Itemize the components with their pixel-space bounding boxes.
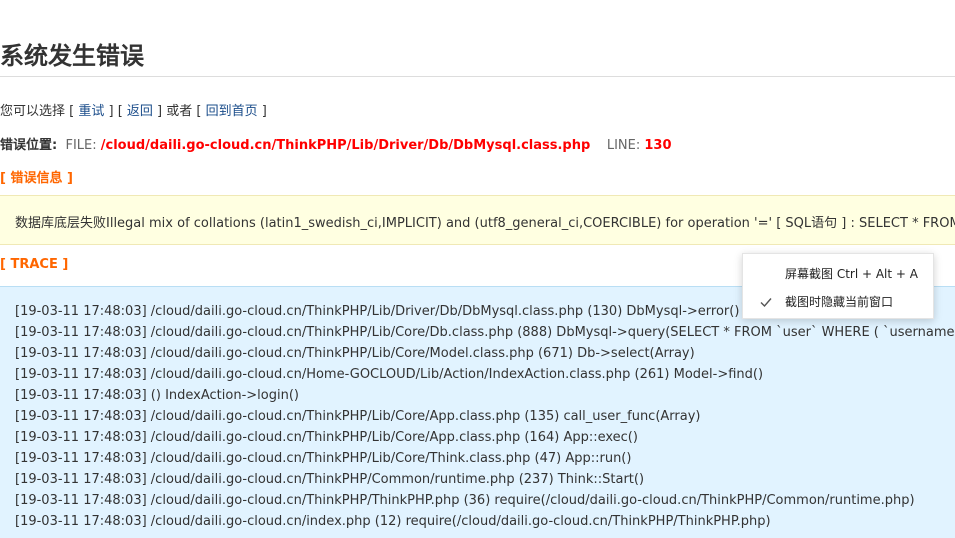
choice-separator: ] 或者 [ — [152, 104, 206, 119]
trace-line: [19-03-11 17:48:03] /cloud/daili.go-clou… — [15, 472, 645, 487]
trace-heading: [ TRACE ] — [0, 257, 69, 272]
trace-box: [19-03-11 17:48:03] /cloud/daili.go-clou… — [0, 286, 955, 538]
back-link[interactable]: 返回 — [127, 104, 153, 119]
menu-item-label: 截图时隐藏当前窗口 — [785, 295, 894, 309]
trace-line: [19-03-11 17:48:03] /cloud/daili.go-clou… — [15, 325, 955, 340]
title-divider — [0, 76, 955, 77]
line-label: LINE: — [606, 138, 641, 153]
error-message-box: 数据库底层失败Illegal mix of collations (latin1… — [0, 195, 955, 245]
trace-list: [19-03-11 17:48:03] /cloud/daili.go-clou… — [15, 301, 955, 532]
menu-item-hide-window[interactable]: 截图时隐藏当前窗口 — [743, 290, 933, 314]
screenshot-context-menu: 屏幕截图 Ctrl + Alt + A 截图时隐藏当前窗口 — [742, 253, 934, 319]
file-path: /cloud/daili.go-cloud.cn/ThinkPHP/Lib/Dr… — [100, 138, 591, 153]
file-label: FILE: — [65, 138, 97, 153]
error-location: 错误位置: FILE: /cloud/daili.go-cloud.cn/Thi… — [0, 134, 672, 153]
trace-line: [19-03-11 17:48:03] /cloud/daili.go-clou… — [15, 493, 915, 508]
retry-link[interactable]: 重试 — [78, 104, 104, 119]
choice-prefix: 您可以选择 [ — [0, 104, 79, 119]
trace-line: [19-03-11 17:48:03] /cloud/daili.go-clou… — [15, 346, 695, 361]
error-page: 系统发生错误 您可以选择 [ 重试 ] [ 返回 ] 或者 [ 回到首页 ] 错… — [0, 0, 955, 538]
menu-item-screenshot[interactable]: 屏幕截图 Ctrl + Alt + A — [743, 262, 933, 286]
checkmark-icon — [760, 298, 772, 308]
trace-line: [19-03-11 17:48:03] /cloud/daili.go-clou… — [15, 430, 638, 445]
trace-line: [19-03-11 17:48:03] /cloud/daili.go-clou… — [15, 409, 701, 424]
trace-line: [19-03-11 17:48:03] () IndexAction->logi… — [15, 388, 299, 403]
trace-line: [19-03-11 17:48:03] /cloud/daili.go-clou… — [15, 514, 771, 529]
line-number: 130 — [644, 138, 672, 153]
choice-suffix: ] — [257, 104, 267, 119]
trace-line: [19-03-11 17:48:03] /cloud/daili.go-clou… — [15, 367, 764, 382]
error-message: 数据库底层失败Illegal mix of collations (latin1… — [15, 216, 955, 231]
menu-item-label: 屏幕截图 Ctrl + Alt + A — [785, 267, 918, 281]
choice-separator: ] [ — [104, 104, 127, 119]
error-location-label: 错误位置: — [0, 138, 58, 153]
home-link[interactable]: 回到首页 — [206, 104, 258, 119]
trace-line: [19-03-11 17:48:03] /cloud/daili.go-clou… — [15, 451, 632, 466]
action-choice-line: 您可以选择 [ 重试 ] [ 返回 ] 或者 [ 回到首页 ] — [0, 100, 267, 119]
page-title: 系统发生错误 — [0, 42, 144, 70]
error-info-heading: [ 错误信息 ] — [0, 171, 73, 186]
